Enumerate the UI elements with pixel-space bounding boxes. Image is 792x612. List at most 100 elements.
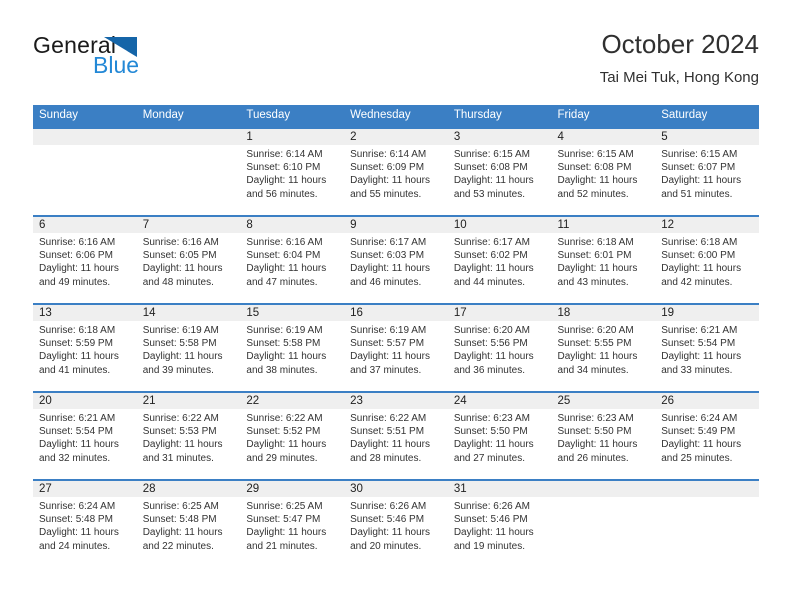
day-number: 17 — [447, 305, 552, 321]
daylight-line1-text: Daylight: 11 hours — [142, 527, 223, 539]
sunset-text: Sunset: 5:54 PM — [39, 426, 113, 438]
calendar-day-cell[interactable]: 19 Sunrise: 6:21 AM Sunset: 5:54 PM Dayligh… — [655, 303, 759, 392]
calendar-day-cell[interactable]: 5 Sunrise: 6:15 AM Sunset: 6:07 PM Daylight… — [655, 127, 759, 216]
daylight-line2-text: and 53 minutes. — [453, 188, 525, 200]
day-number: 5 — [655, 129, 759, 145]
daylight-line1-text: Daylight: 11 hours — [557, 351, 638, 363]
day-number: 6 — [33, 217, 137, 233]
weekday-header-monday: Monday — [136, 105, 241, 128]
day-details: Sunrise: 6:25 AM Sunset: 5:48 PM Daylight:… — [137, 497, 241, 553]
sunset-text: Sunset: 5:50 PM — [453, 426, 528, 438]
page-subtitle: Tai Mei Tuk, Hong Kong — [599, 69, 759, 86]
calendar-body: 1 Sunrise: 6:14 AM Sunset: 6:10 PM Daylight… — [33, 127, 759, 567]
sunrise-text: Sunrise: 6:16 AM — [39, 237, 116, 248]
sunset-text: Sunset: 5:58 PM — [246, 338, 321, 350]
daylight-line1-text: Daylight: 11 hours — [39, 527, 119, 539]
calendar-day-cell[interactable]: 21 Sunrise: 6:22 AM Sunset: 5:53 PM Dayligh… — [136, 391, 241, 480]
calendar-day-cell[interactable]: 10 Sunrise: 6:17 AM Sunset: 6:02 PM Dayligh… — [447, 215, 552, 304]
sunrise-text: Sunrise: 6:22 AM — [350, 413, 427, 424]
calendar-day-cell[interactable]: 17 Sunrise: 6:20 AM Sunset: 5:56 PM Dayligh… — [447, 303, 552, 392]
day-number: 31 — [447, 481, 552, 497]
calendar-week-row: 6 Sunrise: 6:16 AM Sunset: 6:06 PM Daylight… — [33, 215, 759, 304]
day-number: 18 — [551, 305, 656, 321]
sunrise-text: Sunrise: 6:20 AM — [453, 325, 530, 336]
daylight-line2-text: and 24 minutes. — [39, 540, 111, 552]
calendar-cell-empty — [551, 479, 656, 567]
daylight-line1-text: Daylight: 11 hours — [453, 351, 534, 363]
daylight-line1-text: Daylight: 11 hours — [453, 175, 534, 187]
day-number: 22 — [240, 393, 345, 409]
sunrise-text: Sunrise: 6:24 AM — [661, 413, 738, 424]
daylight-line2-text: and 56 minutes. — [246, 188, 318, 200]
calendar-day-cell[interactable]: 2 Sunrise: 6:14 AM Sunset: 6:09 PM Daylight… — [344, 127, 448, 216]
sunset-text: Sunset: 5:58 PM — [142, 338, 217, 350]
calendar-week-row: 13 Sunrise: 6:18 AM Sunset: 5:59 PM Dayligh… — [33, 303, 759, 392]
calendar-day-cell[interactable]: 4 Sunrise: 6:15 AM Sunset: 6:08 PM Daylight… — [551, 127, 656, 216]
day-number — [655, 481, 759, 497]
daylight-line1-text: Daylight: 11 hours — [39, 439, 119, 451]
calendar-day-cell[interactable]: 24 Sunrise: 6:23 AM Sunset: 5:50 PM Dayligh… — [447, 391, 552, 480]
daylight-line1-text: Daylight: 11 hours — [661, 351, 742, 363]
daylight-line2-text: and 55 minutes. — [350, 188, 422, 200]
sunset-text: Sunset: 6:10 PM — [246, 162, 321, 174]
sunrise-text: Sunrise: 6:19 AM — [246, 325, 323, 336]
day-number: 28 — [136, 481, 241, 497]
calendar-day-cell[interactable]: 28 Sunrise: 6:25 AM Sunset: 5:48 PM Dayligh… — [136, 479, 241, 567]
day-details: Sunrise: 6:24 AM Sunset: 5:49 PM Daylight:… — [655, 409, 759, 465]
sunrise-text: Sunrise: 6:17 AM — [453, 237, 530, 248]
sunset-text: Sunset: 5:57 PM — [350, 338, 425, 350]
daylight-line2-text: and 52 minutes. — [557, 188, 629, 200]
sunset-text: Sunset: 5:50 PM — [557, 426, 632, 438]
calendar-day-cell[interactable]: 18 Sunrise: 6:20 AM Sunset: 5:55 PM Dayligh… — [551, 303, 656, 392]
calendar-day-cell[interactable]: 20 Sunrise: 6:21 AM Sunset: 5:54 PM Dayligh… — [33, 391, 137, 480]
calendar-day-cell[interactable]: 11 Sunrise: 6:18 AM Sunset: 6:01 PM Dayligh… — [551, 215, 656, 304]
sunset-text: Sunset: 6:08 PM — [453, 162, 528, 174]
daylight-line2-text: and 32 minutes. — [39, 452, 111, 464]
day-number: 20 — [33, 393, 137, 409]
calendar-day-cell[interactable]: 26 Sunrise: 6:24 AM Sunset: 5:49 PM Dayligh… — [655, 391, 759, 480]
calendar-day-cell[interactable]: 29 Sunrise: 6:25 AM Sunset: 5:47 PM Dayligh… — [240, 479, 345, 567]
calendar-day-cell[interactable]: 1 Sunrise: 6:14 AM Sunset: 6:10 PM Daylight… — [240, 127, 345, 216]
calendar-table: Sunday Monday Tuesday Wednesday Thursday… — [33, 105, 759, 567]
daylight-line1-text: Daylight: 11 hours — [661, 175, 742, 187]
daylight-line2-text: and 48 minutes. — [142, 276, 214, 288]
calendar-day-cell[interactable]: 15 Sunrise: 6:19 AM Sunset: 5:58 PM Dayligh… — [240, 303, 345, 392]
sunrise-text: Sunrise: 6:23 AM — [557, 413, 634, 424]
calendar-day-cell[interactable]: 6 Sunrise: 6:16 AM Sunset: 6:06 PM Daylight… — [33, 215, 137, 304]
sunset-text: Sunset: 6:04 PM — [246, 250, 321, 262]
day-details: Sunrise: 6:26 AM Sunset: 5:46 PM Daylight:… — [448, 497, 552, 553]
daylight-line1-text: Daylight: 11 hours — [246, 351, 327, 363]
calendar-day-cell[interactable]: 23 Sunrise: 6:22 AM Sunset: 5:51 PM Dayligh… — [344, 391, 448, 480]
day-details: Sunrise: 6:17 AM Sunset: 6:02 PM Daylight:… — [448, 233, 552, 289]
brand-logo[interactable]: General Blue — [33, 32, 213, 84]
day-details: Sunrise: 6:21 AM Sunset: 5:54 PM Daylight:… — [33, 409, 137, 465]
calendar-day-cell[interactable]: 13 Sunrise: 6:18 AM Sunset: 5:59 PM Dayligh… — [33, 303, 137, 392]
daylight-line1-text: Daylight: 11 hours — [350, 527, 430, 539]
calendar-day-cell[interactable]: 12 Sunrise: 6:18 AM Sunset: 6:00 PM Dayligh… — [655, 215, 759, 304]
calendar-day-cell[interactable]: 27 Sunrise: 6:24 AM Sunset: 5:48 PM Dayligh… — [33, 479, 137, 567]
calendar-day-cell[interactable]: 8 Sunrise: 6:16 AM Sunset: 6:04 PM Daylight… — [240, 215, 345, 304]
daylight-line1-text: Daylight: 11 hours — [350, 263, 430, 275]
calendar-day-cell[interactable]: 31 Sunrise: 6:26 AM Sunset: 5:46 PM Dayligh… — [447, 479, 552, 567]
sunrise-text: Sunrise: 6:19 AM — [142, 325, 219, 336]
calendar-day-cell[interactable]: 7 Sunrise: 6:16 AM Sunset: 6:05 PM Daylight… — [136, 215, 241, 304]
calendar-day-cell[interactable]: 30 Sunrise: 6:26 AM Sunset: 5:46 PM Dayligh… — [344, 479, 448, 567]
day-number: 25 — [551, 393, 656, 409]
calendar-day-cell[interactable]: 3 Sunrise: 6:15 AM Sunset: 6:08 PM Daylight… — [447, 127, 552, 216]
sunset-text: Sunset: 6:03 PM — [350, 250, 425, 262]
day-details: Sunrise: 6:22 AM Sunset: 5:53 PM Daylight:… — [137, 409, 241, 465]
daylight-line1-text: Daylight: 11 hours — [246, 527, 327, 539]
day-details: Sunrise: 6:23 AM Sunset: 5:50 PM Daylight:… — [448, 409, 552, 465]
calendar-day-cell[interactable]: 22 Sunrise: 6:22 AM Sunset: 5:52 PM Dayligh… — [240, 391, 345, 480]
day-details: Sunrise: 6:19 AM Sunset: 5:58 PM Daylight:… — [137, 321, 241, 377]
calendar-day-cell[interactable]: 9 Sunrise: 6:17 AM Sunset: 6:03 PM Daylight… — [344, 215, 448, 304]
daylight-line1-text: Daylight: 11 hours — [39, 351, 119, 363]
sunrise-text: Sunrise: 6:21 AM — [39, 413, 116, 424]
sunset-text: Sunset: 5:51 PM — [350, 426, 425, 438]
weekday-header-wednesday: Wednesday — [344, 105, 448, 128]
sunset-text: Sunset: 5:59 PM — [39, 338, 113, 350]
day-number: 7 — [136, 217, 241, 233]
calendar-day-cell[interactable]: 16 Sunrise: 6:19 AM Sunset: 5:57 PM Dayligh… — [344, 303, 448, 392]
calendar-day-cell[interactable]: 25 Sunrise: 6:23 AM Sunset: 5:50 PM Dayligh… — [551, 391, 656, 480]
calendar-day-cell[interactable]: 14 Sunrise: 6:19 AM Sunset: 5:58 PM Dayligh… — [136, 303, 241, 392]
